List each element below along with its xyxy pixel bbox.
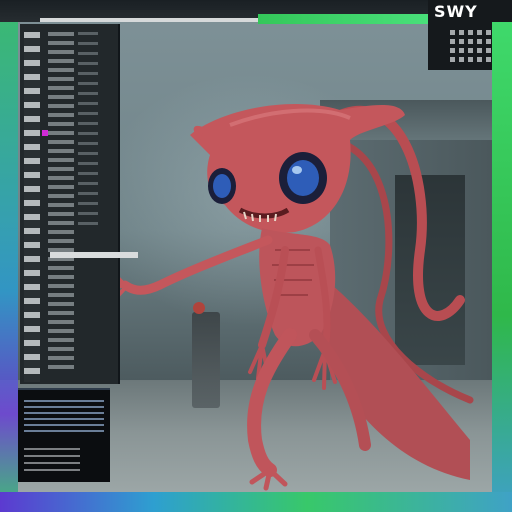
panel-list[interactable] (48, 32, 74, 372)
console-output-secondary (24, 448, 80, 472)
frame-top-edge (258, 14, 428, 24)
top-bar-strip (40, 18, 260, 22)
frame-right-edge (492, 22, 512, 512)
screen: SWY (0, 0, 512, 512)
panel-selected-row[interactable] (50, 252, 138, 258)
frame-left-edge (0, 22, 18, 512)
frame-bottom-edge (0, 492, 512, 512)
panel-sublist[interactable] (78, 32, 98, 232)
panel-icon-column[interactable] (24, 32, 40, 382)
selection-marker-icon (42, 130, 48, 136)
console-panel (18, 388, 110, 482)
left-panel (20, 24, 138, 384)
console-output (24, 400, 104, 436)
corner-widget-title: SWY (434, 2, 478, 21)
